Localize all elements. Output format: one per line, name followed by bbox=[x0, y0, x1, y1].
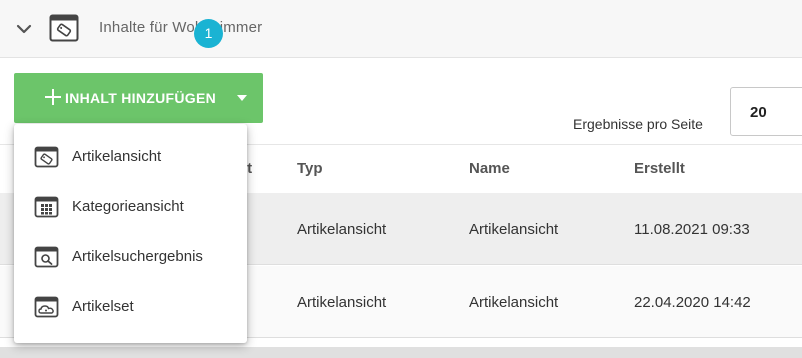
menu-item-label: Artikelansicht bbox=[72, 148, 162, 165]
menu-item-artikelsuchergebnis[interactable]: Artikelsuchergebnis bbox=[14, 232, 247, 282]
menu-item-artikelansicht[interactable]: Artikelansicht bbox=[14, 132, 247, 182]
results-per-page-value: 20 bbox=[750, 104, 767, 121]
cell-typ: Artikelansicht bbox=[297, 294, 387, 311]
tag-window-icon bbox=[34, 146, 59, 168]
column-header-erstellt[interactable]: Erstellt bbox=[634, 160, 685, 177]
add-content-label: INHALT HINZUFÜGEN bbox=[65, 90, 217, 106]
cloud-tag-window-icon bbox=[34, 296, 59, 318]
section-header: Inhalte für Wohnzimmer bbox=[0, 0, 802, 58]
menu-item-label: Artikelsuchergebnis bbox=[72, 248, 203, 265]
search-window-icon bbox=[34, 246, 59, 268]
chevron-down-icon[interactable] bbox=[15, 20, 33, 38]
section-title: Inhalte für Wohnzimmer bbox=[99, 19, 263, 36]
cell-erstellt: 22.04.2020 14:42 bbox=[634, 294, 751, 311]
results-per-page-select[interactable]: 20 bbox=[730, 87, 802, 136]
table-footer-bar bbox=[0, 347, 802, 358]
grid-window-icon bbox=[34, 196, 59, 218]
results-per-page-label: Ergebnisse pro Seite bbox=[573, 116, 703, 132]
menu-item-label: Artikelset bbox=[72, 298, 134, 315]
cell-name: Artikelansicht bbox=[469, 221, 559, 238]
notification-badge: 1 bbox=[194, 19, 223, 48]
menu-item-artikelset[interactable]: Artikelset bbox=[14, 282, 247, 332]
caret-down-icon bbox=[237, 95, 247, 101]
cell-erstellt: 11.08.2021 09:33 bbox=[634, 221, 750, 238]
column-header-name[interactable]: Name bbox=[469, 160, 510, 177]
tag-window-icon bbox=[49, 14, 79, 42]
menu-item-label: Kategorieansicht bbox=[72, 198, 184, 215]
menu-item-kategorieansicht[interactable]: Kategorieansicht bbox=[14, 182, 247, 232]
plus-icon bbox=[45, 89, 61, 105]
column-header-typ[interactable]: Typ bbox=[297, 160, 323, 177]
cell-name: Artikelansicht bbox=[469, 294, 559, 311]
add-content-button[interactable]: INHALT HINZUFÜGEN bbox=[14, 73, 263, 123]
add-content-menu: Artikelansicht Kategorieansicht Artikels… bbox=[14, 124, 247, 343]
cell-typ: Artikelansicht bbox=[297, 221, 387, 238]
